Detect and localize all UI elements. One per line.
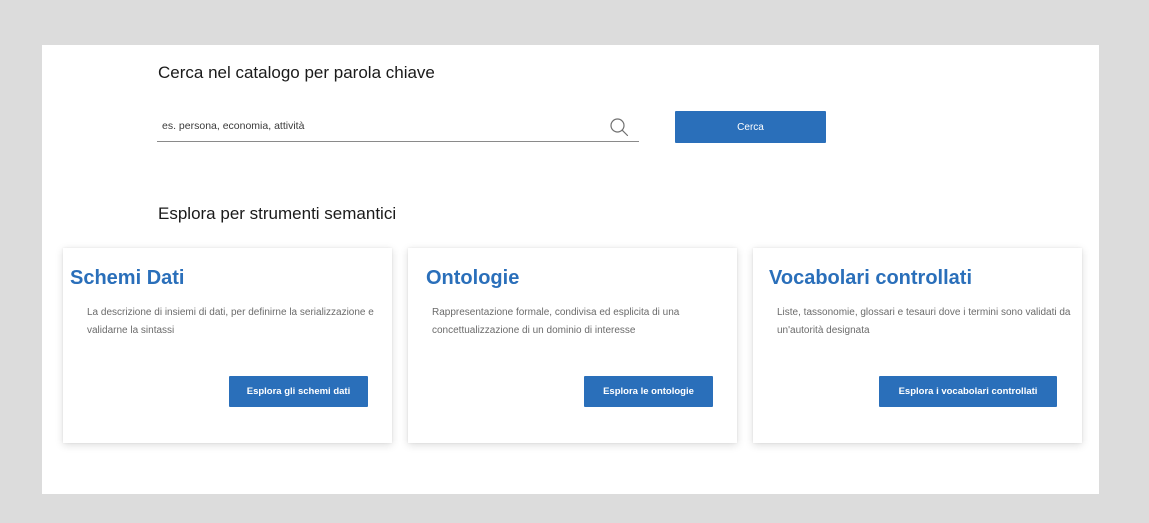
explore-schemi-dati-button[interactable]: Esplora gli schemi dati [229, 376, 368, 407]
card-schemi-dati: Schemi Dati La descrizione di insiemi di… [63, 248, 392, 443]
card-description: Liste, tassonomie, glossari e tesauri do… [777, 307, 1071, 336]
explore-section-title: Esplora per strumenti semantici [158, 204, 397, 223]
explore-vocabolari-button[interactable]: Esplora i vocabolari controllati [879, 376, 1057, 407]
card-description: Rappresentazione formale, condivisa ed e… [432, 307, 680, 336]
card-title: Schemi Dati [70, 267, 185, 289]
search-button[interactable]: Cerca [675, 111, 826, 143]
search-section-title: Cerca nel catalogo per parola chiave [158, 63, 435, 82]
catalog-panel: Cerca nel catalogo per parola chiave Cer… [42, 45, 1099, 494]
card-description: La descrizione di insiemi di dati, per d… [87, 307, 374, 336]
search-field[interactable] [157, 113, 639, 142]
search-input[interactable] [157, 113, 602, 139]
card-ontologie: Ontologie Rappresentazione formale, cond… [408, 248, 737, 443]
explore-ontologie-button[interactable]: Esplora le ontologie [584, 376, 713, 407]
card-vocabolari-controllati: Vocabolari controllati Liste, tassonomie… [753, 248, 1082, 443]
search-icon[interactable] [609, 117, 629, 137]
card-title: Ontologie [426, 267, 520, 289]
card-title: Vocabolari controllati [769, 267, 972, 289]
